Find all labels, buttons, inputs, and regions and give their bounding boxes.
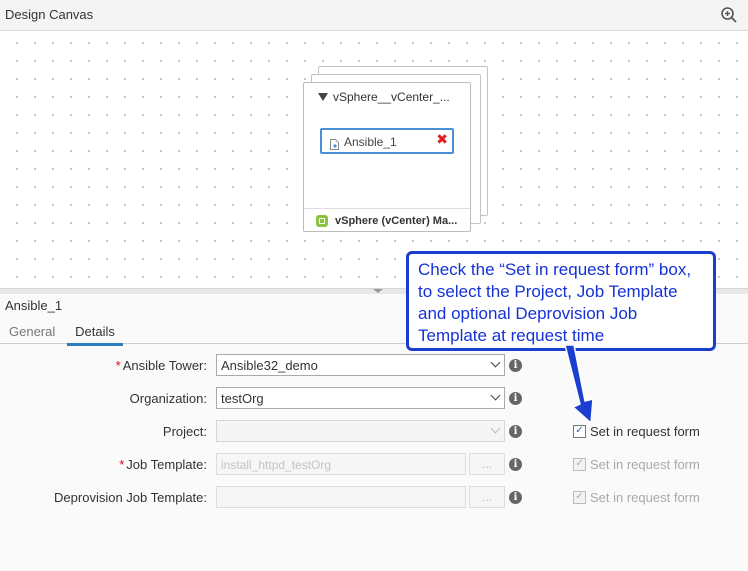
project-set-in-request-label[interactable]: Set in request form xyxy=(590,424,700,439)
deprovision-set-in-request-label: Set in request form xyxy=(590,490,700,505)
card-footer: vSphere (vCenter) Ma... xyxy=(304,208,470,233)
field-label-deprovision-job-template: Deprovision Job Template: xyxy=(54,490,207,505)
deprovision-job-template-field xyxy=(216,486,466,508)
job-template-set-in-request-checkbox: ✓ xyxy=(573,458,586,471)
vsphere-machine-card[interactable]: vSphere__vCenter_... Ansible_1 ✖ vSphere… xyxy=(303,82,471,232)
tab-details[interactable]: Details xyxy=(67,324,123,346)
zoom-in-icon[interactable] xyxy=(720,6,738,24)
field-label-organization: Organization: xyxy=(129,391,207,406)
vsphere-machine-icon xyxy=(316,215,328,227)
callout-text: Check the “Set in request form” box, to … xyxy=(418,260,692,345)
job-template-set-in-request-label: Set in request form xyxy=(590,457,700,472)
card-title: vSphere__vCenter_... xyxy=(333,90,450,104)
annotation-arrow-icon xyxy=(564,344,594,424)
info-icon[interactable]: i xyxy=(509,491,522,504)
info-icon[interactable]: i xyxy=(509,425,522,438)
field-label-project: Project: xyxy=(162,424,207,439)
tab-general[interactable]: General xyxy=(9,324,55,339)
field-label-job-template: * Job Template: xyxy=(119,457,207,472)
deprovision-set-in-request-checkbox: ✓ xyxy=(573,491,586,504)
chevron-down-icon xyxy=(490,390,501,401)
card-header[interactable]: vSphere__vCenter_... xyxy=(304,83,470,109)
panel-title: Ansible_1 xyxy=(5,298,63,313)
required-marker: * xyxy=(115,358,121,373)
chevron-down-icon xyxy=(490,423,501,434)
deprovision-job-template-browse-button: ... xyxy=(469,486,505,508)
required-marker: * xyxy=(119,457,125,472)
close-icon[interactable]: ✖ xyxy=(436,131,448,148)
splitter-handle-icon[interactable] xyxy=(373,289,383,293)
field-label-ansible-tower: * Ansible Tower: xyxy=(115,358,207,373)
info-icon[interactable]: i xyxy=(509,458,522,471)
info-icon[interactable]: i xyxy=(509,359,522,372)
node-label: Ansible_1 xyxy=(344,135,397,149)
job-template-browse-button: ... xyxy=(469,453,505,475)
card-footer-label: vSphere (vCenter) Ma... xyxy=(335,215,458,227)
annotation-callout: Check the “Set in request form” box, to … xyxy=(406,251,716,351)
chevron-down-icon xyxy=(490,357,501,368)
project-set-in-request-checkbox[interactable]: ✓ xyxy=(573,425,586,438)
canvas-header: Design Canvas xyxy=(0,0,748,31)
project-select xyxy=(216,420,505,442)
collapse-caret-icon[interactable] xyxy=(318,93,328,101)
job-template-field: install_httpd_testOrg xyxy=(216,453,466,475)
ansible-node[interactable]: Ansible_1 ✖ xyxy=(320,128,454,154)
ansible-component-icon xyxy=(330,137,339,150)
canvas-title: Design Canvas xyxy=(5,7,94,22)
ansible-tower-select[interactable]: Ansible32_demo xyxy=(216,354,505,376)
info-icon[interactable]: i xyxy=(509,392,522,405)
organization-select[interactable]: testOrg xyxy=(216,387,505,409)
